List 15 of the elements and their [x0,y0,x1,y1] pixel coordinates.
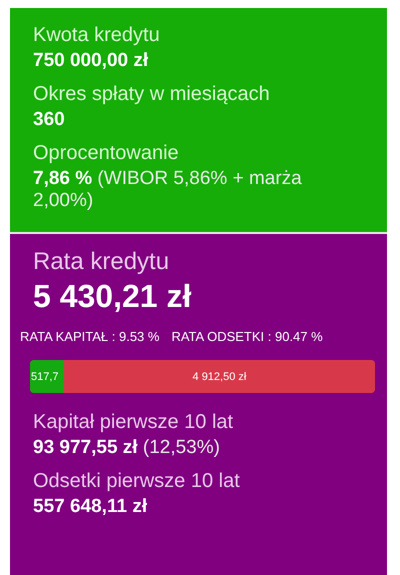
field-value: 7,86 % (WIBOR 5,86% + marża 2,00%) [33,168,303,212]
capital-segment: 517,7 [30,360,64,393]
installment-label: Rata kredytu [32,248,170,276]
field-label: Odsetki pierwsze 10 lat [33,470,241,493]
installment-value: 5 430,21 zł [32,278,192,315]
field-label: Kwota kredytu [33,24,161,47]
field-value: 360 [33,109,66,131]
interest-share: RATA ODSETKI : 90.47 % [171,329,323,344]
field-value: 750 000,00 zł [33,50,150,72]
field-value: 557 648,11 zł [33,496,148,518]
field-label: Okres spłaty w miesiącach [33,83,271,106]
field-label: Kapitał pierwsze 10 lat [33,411,234,434]
capital-share: RATA KAPITAŁ : 9.53 % [20,329,160,344]
field-value: 93 977,55 zł (12,53%) [33,437,221,459]
field-label: Oprocentowanie [33,142,180,165]
